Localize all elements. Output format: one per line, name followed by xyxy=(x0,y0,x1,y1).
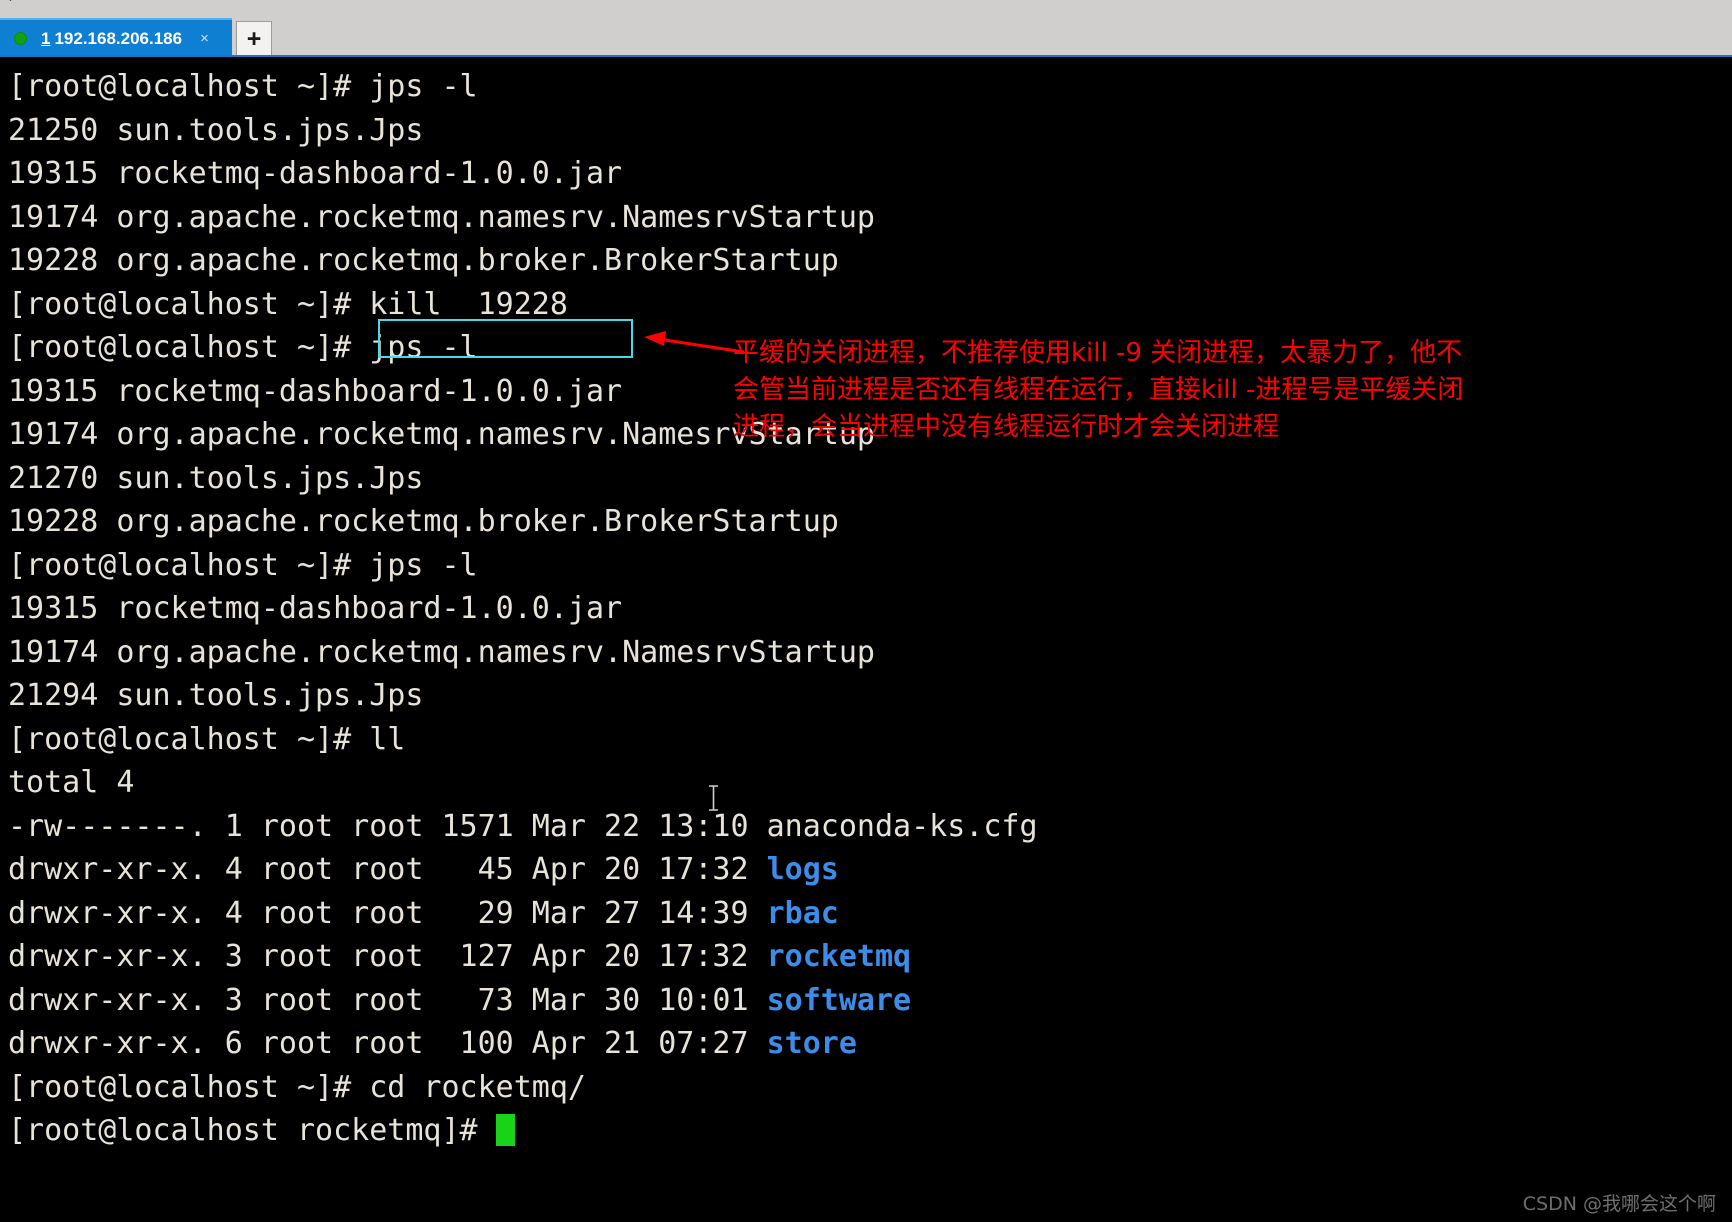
terminal-line: drwxr-xr-x. 4 root root 45 Apr 20 17:32 … xyxy=(8,848,1732,892)
terminal-line-text: drwxr-xr-x. 3 root root 73 Mar 30 10:01 xyxy=(8,982,767,1018)
directory-name: logs xyxy=(766,852,839,887)
terminal-line-text: 19228 org.apache.rocketmq.broker.BrokerS… xyxy=(8,504,839,539)
directory-name: software xyxy=(766,982,912,1018)
terminal-line: 19228 org.apache.rocketmq.broker.BrokerS… xyxy=(8,500,1732,544)
terminal-line: -rw-------. 1 root root 1571 Mar 22 13:1… xyxy=(8,805,1732,849)
terminal-line-text: 21294 sun.tools.jps.Jps xyxy=(8,678,424,713)
terminal-line-text: 19174 org.apache.rocketmq.namesrv.Namesr… xyxy=(8,417,875,452)
terminal-line: [root@localhost ~]# ll xyxy=(8,718,1732,762)
tab-bar: 1 192.168.206.186 × + xyxy=(0,16,1732,57)
terminal-line-text: 19228 org.apache.rocketmq.broker.BrokerS… xyxy=(8,243,839,278)
terminal-line: 19315 rocketmq-dashboard-1.0.0.jar xyxy=(8,152,1732,196)
terminal-line-text: -rw-------. 1 root root 1571 Mar 22 13:1… xyxy=(8,808,1038,844)
terminal-line: drwxr-xr-x. 3 root root 127 Apr 20 17:32… xyxy=(8,935,1732,979)
watermark-label: CSDN @我哪会这个啊 xyxy=(1522,1193,1716,1215)
terminal-line-text: 19315 rocketmq-dashboard-1.0.0.jar xyxy=(8,373,623,409)
terminal-line-text: 19315 rocketmq-dashboard-1.0.0.jar xyxy=(8,591,623,626)
toolbar-ghost-icons: ⋮ ⚑⚑ xyxy=(4,0,56,4)
terminal-line-text: [root@localhost ~]# cd rocketmq/ xyxy=(8,1069,586,1105)
terminal-line: 21250 sun.tools.jps.Jps xyxy=(8,109,1732,153)
directory-name: rocketmq xyxy=(766,939,912,974)
close-icon[interactable]: × xyxy=(200,31,209,46)
app-toolbar-strip: ⋮ ⚑⚑ xyxy=(0,0,1732,17)
terminal-line: 21294 sun.tools.jps.Jps xyxy=(8,674,1732,718)
terminal-line-list: [root@localhost ~]# jps -l 21250 sun.tool… xyxy=(8,65,1732,1153)
terminal-cursor xyxy=(495,1114,515,1146)
terminal-line-text: total 4 xyxy=(8,765,135,800)
terminal-line: 19174 org.apache.rocketmq.namesrv.Namesr… xyxy=(8,631,1732,675)
terminal-line-text: drwxr-xr-x. 3 root root 127 Apr 20 17:32 xyxy=(8,939,767,974)
tab-session-1[interactable]: 1 192.168.206.186 × xyxy=(0,18,232,57)
terminal-line: 19315 rocketmq-dashboard-1.0.0.jar xyxy=(8,587,1732,631)
terminal-line-text: [root@localhost ~]# jps -l xyxy=(8,69,478,104)
terminal-line: [root@localhost ~]# jps -l xyxy=(8,326,1732,370)
terminal-line-text: 19174 org.apache.rocketmq.namesrv.Namesr… xyxy=(8,634,875,670)
terminal-line-text: [root@localhost ~]# ll xyxy=(8,721,406,757)
tab-title-label: 192.168.206.186 xyxy=(54,28,183,48)
directory-name: rbac xyxy=(766,895,839,931)
connection-status-dot-icon xyxy=(14,32,27,45)
terminal-line: 21270 sun.tools.jps.Jps xyxy=(8,457,1732,501)
new-tab-button[interactable]: + xyxy=(236,21,272,57)
terminal-line-text: 19315 rocketmq-dashboard-1.0.0.jar xyxy=(8,156,623,191)
terminal-line-text: [root@localhost rocketmq]# xyxy=(8,1113,496,1148)
terminal-line-text: 21270 sun.tools.jps.Jps xyxy=(8,460,424,496)
terminal-line-text: 21250 sun.tools.jps.Jps xyxy=(8,112,424,148)
terminal-line: 19174 org.apache.rocketmq.namesrv.Namesr… xyxy=(8,413,1732,457)
terminal-line: drwxr-xr-x. 6 root root 100 Apr 21 07:27… xyxy=(8,1022,1732,1066)
terminal-line-text: [root@localhost ~]# kill 19228 xyxy=(8,286,568,322)
terminal-line: [root@localhost rocketmq]# xyxy=(8,1109,1732,1153)
terminal-line-text: [root@localhost ~]# jps -l xyxy=(8,330,478,365)
terminal-line: total 4 xyxy=(8,761,1732,805)
terminal-line: [root@localhost ~]# cd rocketmq/ xyxy=(8,1066,1732,1110)
terminal-line-text: drwxr-xr-x. 4 root root 45 Apr 20 17:32 xyxy=(8,852,767,887)
terminal-line: drwxr-xr-x. 3 root root 73 Mar 30 10:01 … xyxy=(8,979,1732,1023)
terminal-line-text: drwxr-xr-x. 4 root root 29 Mar 27 14:39 xyxy=(8,895,767,931)
directory-name: store xyxy=(766,1026,857,1061)
terminal-line: 19228 org.apache.rocketmq.broker.BrokerS… xyxy=(8,239,1732,283)
terminal-line: 19174 org.apache.rocketmq.namesrv.Namesr… xyxy=(8,196,1732,240)
terminal-line-text: drwxr-xr-x. 6 root root 100 Apr 21 07:27 xyxy=(8,1026,767,1061)
terminal-window: ⋮ ⚑⚑ 1 192.168.206.186 × + [root@localho… xyxy=(0,0,1732,1222)
terminal-line: [root@localhost ~]# kill 19228 xyxy=(8,283,1732,327)
terminal-line: 19315 rocketmq-dashboard-1.0.0.jar xyxy=(8,370,1732,414)
terminal-line: [root@localhost ~]# jps -l xyxy=(8,544,1732,588)
terminal-line: [root@localhost ~]# jps -l xyxy=(8,65,1732,109)
terminal-output-pane[interactable]: [root@localhost ~]# jps -l 21250 sun.tool… xyxy=(0,57,1732,1222)
terminal-line: drwxr-xr-x. 4 root root 29 Mar 27 14:39 … xyxy=(8,892,1732,936)
tab-index-label: 1 xyxy=(41,28,51,48)
terminal-line-text: [root@localhost ~]# jps -l xyxy=(8,547,478,583)
terminal-line-text: 19174 org.apache.rocketmq.namesrv.Namesr… xyxy=(8,199,875,235)
